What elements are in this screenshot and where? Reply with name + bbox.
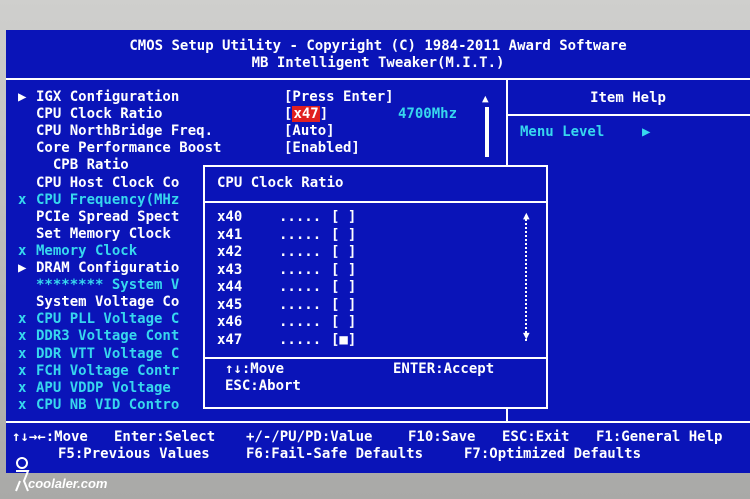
menu-item-value[interactable]: [Auto] [284, 123, 335, 140]
popup-option-checkbox[interactable]: [ ] [331, 227, 356, 244]
popup-option-label: x44 [217, 279, 243, 295]
menu-item-label[interactable]: APU VDDP Voltage [36, 380, 171, 397]
menu-item-label[interactable]: FCH Voltage Contr [36, 363, 179, 380]
menu-item-label[interactable]: Set Memory Clock [36, 226, 171, 243]
popup-option-checkbox[interactable]: [ ] [331, 209, 356, 226]
menu-item-marker: ▶ [18, 89, 27, 105]
cpu-frequency-readout: 4700Mhz [398, 106, 458, 122]
popup-scroll-down-icon[interactable]: ▼ [523, 327, 530, 344]
menu-item-marker: x [18, 362, 27, 379]
footer-key-hint: Enter:Select [114, 429, 216, 445]
popup-option-dots: ..... [279, 209, 322, 225]
menu-item-label[interactable]: DDR3 Voltage Cont [36, 328, 179, 345]
popup-option-dots: ..... [279, 244, 322, 260]
help-title-separator [506, 114, 750, 116]
popup-option-checkbox[interactable]: [ ] [331, 244, 356, 261]
popup-option-checkbox[interactable]: [■] [331, 332, 356, 349]
menu-item-label[interactable]: CPU NorthBridge Freq. [36, 123, 213, 140]
menu-item-label[interactable]: CPU Clock Ratio [36, 106, 162, 123]
menu-item-label[interactable]: IGX Configuration [36, 89, 179, 106]
popup-hint-move: ↑↓:Move [225, 361, 285, 377]
popup-option-checkbox[interactable]: [ ] [331, 314, 356, 331]
popup-option-label: x46 [217, 314, 243, 330]
popup-hint-accept: ENTER:Accept [393, 361, 495, 377]
popup-option-label: x40 [217, 209, 243, 225]
menu-item-marker: ▶ [18, 260, 27, 276]
item-help-title: Item Help [590, 90, 666, 106]
menu-item-label[interactable]: CPU NB VID Contro [36, 397, 179, 414]
menu-item-label[interactable]: System Voltage Co [36, 294, 179, 311]
popup-option-label: x45 [217, 296, 243, 313]
popup-option-label: x43 [217, 261, 243, 278]
popup-option-dots: ..... [279, 331, 322, 348]
popup-hint-separator [205, 357, 546, 359]
footer-key-hint: F5:Previous Values [58, 446, 210, 462]
footer-key-hint: F6:Fail-Safe Defaults [246, 446, 424, 462]
popup-option-checkbox[interactable]: [ ] [331, 297, 356, 314]
footer-key-hint: ESC:Exit [502, 429, 570, 445]
menu-item-label[interactable]: Memory Clock [36, 243, 137, 260]
menu-item-marker: x [18, 379, 27, 396]
footer-key-hint: +/-/PU/PD:Value [246, 429, 373, 445]
header-title: CMOS Setup Utility - Copyright (C) 1984-… [129, 38, 627, 54]
popup-option-dots: ..... [279, 226, 322, 243]
footer-key-hint: F1:General Help [596, 429, 723, 445]
popup-hint-abort: ESC:Abort [225, 378, 301, 394]
popup-title-separator [205, 201, 546, 203]
menu-item-marker: x [18, 311, 27, 328]
bios-screen: CMOS Setup Utility - Copyright (C) 1984-… [6, 30, 750, 473]
selected-value-highlight[interactable]: x47 [292, 106, 320, 123]
menu-item-label[interactable]: CPU PLL Voltage C [36, 311, 179, 328]
popup-option-dots: ..... [279, 279, 322, 295]
popup-option-label: x47 [217, 331, 243, 348]
menu-level-arrow-icon: ▶ [642, 124, 651, 140]
menu-item-marker: x [18, 396, 27, 413]
menu-item-label[interactable]: PCIe Spread Spect [36, 209, 179, 226]
popup-scrollbar[interactable] [525, 215, 529, 341]
menu-item-value[interactable]: [Enabled] [284, 140, 360, 157]
menu-scrollbar[interactable] [485, 107, 489, 157]
menu-item-marker: x [18, 191, 27, 208]
popup-option-label: x41 [217, 226, 243, 243]
header-subtitle: MB Intelligent Tweaker(M.I.T.) [251, 55, 505, 71]
menu-item-value[interactable]: [Press Enter] [284, 89, 394, 106]
menu-item-marker: x [18, 345, 27, 362]
menu-level-label: Menu Level [520, 124, 605, 140]
popup-option-dots: ..... [279, 296, 322, 313]
menu-item-label[interactable]: DDR VTT Voltage C [36, 346, 179, 363]
menu-item-label[interactable]: CPB Ratio [36, 157, 129, 174]
watermark-text: coolaler.com [28, 476, 108, 491]
scroll-up-icon[interactable]: ▲ [482, 90, 489, 107]
footer-key-hint: F10:Save [408, 429, 476, 445]
menu-item-label[interactable]: ******** System V [36, 277, 179, 294]
menu-item-marker: x [18, 328, 27, 345]
footer-key-hint: ↑↓→←:Move [12, 429, 88, 445]
menu-item-label[interactable]: Core Performance Boost [36, 140, 221, 157]
menu-item-label[interactable]: CPU Frequency(MHz [36, 192, 179, 209]
popup-option-checkbox[interactable]: [ ] [331, 279, 356, 296]
popup-option-checkbox[interactable]: [ ] [331, 262, 356, 279]
footer-key-hint: F7:Optimized Defaults [464, 446, 642, 462]
menu-item-label[interactable]: DRAM Configuratio [36, 260, 179, 277]
menu-item-marker: x [18, 242, 27, 259]
popup-option-dots: ..... [279, 314, 322, 330]
cpu-clock-ratio-popup: CPU Clock Ratio x40..... [ ] x41..... [ ] x4… [203, 165, 548, 409]
menu-item-value[interactable]: [x47] [284, 106, 328, 123]
popup-title: CPU Clock Ratio [217, 175, 344, 191]
popup-option-dots: ..... [279, 261, 322, 278]
popup-option-label: x42 [217, 244, 243, 260]
menu-item-label[interactable]: CPU Host Clock Co [36, 175, 179, 192]
